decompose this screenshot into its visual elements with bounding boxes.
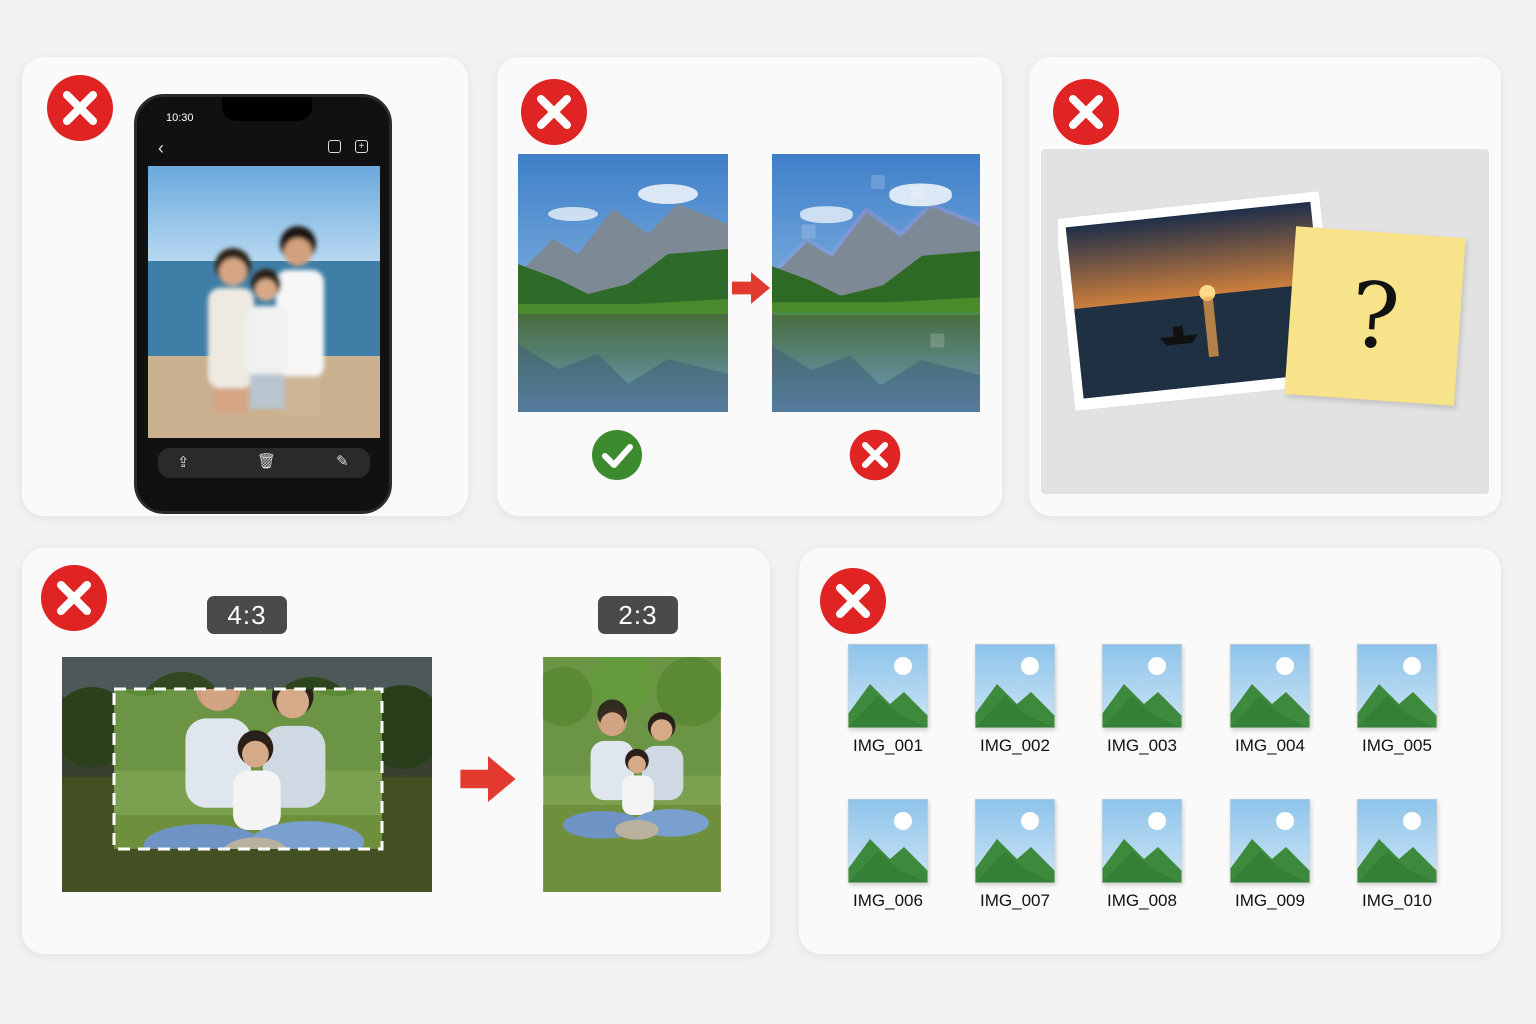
image-file-icon	[1102, 644, 1182, 728]
image-file-tile[interactable]: IMG_001	[838, 644, 938, 756]
image-file-icon	[848, 799, 928, 883]
ratio-label-target: 2:3	[598, 596, 678, 634]
check-icon	[592, 430, 642, 480]
edit-icon[interactable]: ✎	[336, 452, 349, 470]
file-name-label: IMG_007	[980, 891, 1050, 910]
arrow-right-icon	[732, 272, 770, 304]
wide-family-photo	[62, 657, 432, 892]
sharp-mountain-photo	[518, 154, 728, 412]
image-file-tile[interactable]: IMG_007	[965, 799, 1065, 911]
image-file-icon	[975, 799, 1055, 883]
add-icon[interactable]: +	[355, 140, 368, 153]
image-file-icon	[848, 644, 928, 728]
file-name-label: IMG_004	[1235, 736, 1305, 755]
close-x-icon	[40, 564, 108, 632]
image-file-tile[interactable]: IMG_008	[1092, 799, 1192, 911]
close-x-icon	[819, 567, 887, 635]
trash-icon[interactable]: 🗑	[257, 452, 276, 470]
image-file-tile[interactable]: IMG_003	[1092, 644, 1192, 756]
close-x-icon	[849, 429, 901, 481]
share-icon[interactable]: ⇪	[177, 453, 190, 471]
file-name-label: IMG_001	[853, 736, 923, 755]
image-file-tile[interactable]: IMG_006	[838, 799, 938, 911]
image-file-tile[interactable]: IMG_010	[1347, 799, 1447, 911]
question-mark: ?	[1347, 261, 1403, 371]
pixelated-mountain-photo	[772, 154, 980, 412]
file-name-label: IMG_002	[980, 736, 1050, 755]
arrow-right-icon	[458, 756, 518, 802]
image-file-icon	[1230, 799, 1310, 883]
image-file-tile[interactable]: IMG_004	[1220, 644, 1320, 756]
sticky-note: ?	[1284, 226, 1466, 406]
ratio-label-source: 4:3	[207, 596, 287, 634]
back-icon[interactable]: ‹	[158, 138, 164, 159]
image-file-icon	[1102, 799, 1182, 883]
phone-notch	[222, 97, 312, 121]
image-file-tile[interactable]: IMG_009	[1220, 799, 1320, 911]
image-file-icon	[1357, 644, 1437, 728]
image-file-tile[interactable]: IMG_005	[1347, 644, 1447, 756]
file-name-label: IMG_005	[1362, 736, 1432, 755]
image-file-icon	[1357, 799, 1437, 883]
file-name-label: IMG_003	[1107, 736, 1177, 755]
file-name-label: IMG_009	[1235, 891, 1305, 910]
blurry-family-photo	[148, 166, 380, 438]
status-time: 10:30	[166, 112, 194, 124]
file-name-label: IMG_010	[1362, 891, 1432, 910]
image-file-icon	[1230, 644, 1310, 728]
copy-icon[interactable]	[328, 140, 341, 153]
file-name-label: IMG_008	[1107, 891, 1177, 910]
portrait-family-photo	[543, 657, 721, 892]
file-name-label: IMG_006	[853, 891, 923, 910]
close-x-icon	[1052, 78, 1120, 146]
image-file-icon	[975, 644, 1055, 728]
image-file-tile[interactable]: IMG_002	[965, 644, 1065, 756]
close-x-icon	[520, 78, 588, 146]
close-x-icon	[46, 74, 114, 142]
